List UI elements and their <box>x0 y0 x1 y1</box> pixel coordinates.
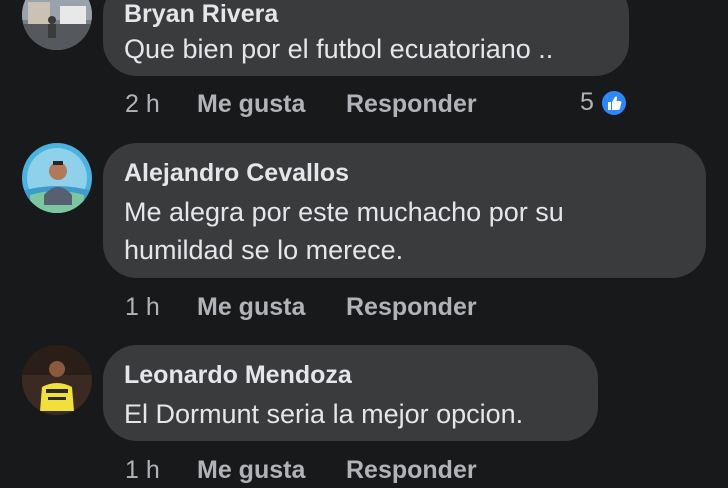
reply-link[interactable]: Responder <box>346 293 477 322</box>
reaction-count: 5 <box>580 88 594 116</box>
like-link[interactable]: Me gusta <box>197 456 305 485</box>
comments-thread: Bryan Rivera Que bien por el futbol ecua… <box>0 0 728 488</box>
comment-text: humildad se lo merece. <box>124 235 404 265</box>
comment-bubble: Alejandro Cevallos Me alegra por este mu… <box>103 143 706 278</box>
reaction-summary[interactable]: 5 <box>580 88 628 117</box>
thumbs-up-icon <box>600 89 628 117</box>
comment-text: El Dormunt seria la mejor opcion. <box>124 399 524 429</box>
like-link[interactable]: Me gusta <box>197 90 305 119</box>
comment-bubble: Leonardo Mendoza El Dormunt seria la mej… <box>103 345 598 441</box>
comment-text: Que bien por el futbol ecuatoriano .. <box>124 34 554 64</box>
comment-author[interactable]: Alejandro Cevallos <box>124 159 349 188</box>
avatar[interactable] <box>22 143 92 213</box>
avatar[interactable] <box>22 345 92 415</box>
comment-time: 1 h <box>125 293 160 321</box>
comment-time: 1 h <box>125 456 160 484</box>
avatar[interactable] <box>22 0 92 50</box>
like-link[interactable]: Me gusta <box>197 293 305 322</box>
comment-time: 2 h <box>125 90 160 118</box>
reply-link[interactable]: Responder <box>346 456 477 485</box>
comment-author[interactable]: Leonardo Mendoza <box>124 361 352 390</box>
comment-author[interactable]: Bryan Rivera <box>124 0 278 29</box>
comment-bubble: Bryan Rivera Que bien por el futbol ecua… <box>103 0 629 76</box>
reply-link[interactable]: Responder <box>346 90 477 119</box>
comment-text: Me alegra por este muchacho por su <box>124 197 564 227</box>
